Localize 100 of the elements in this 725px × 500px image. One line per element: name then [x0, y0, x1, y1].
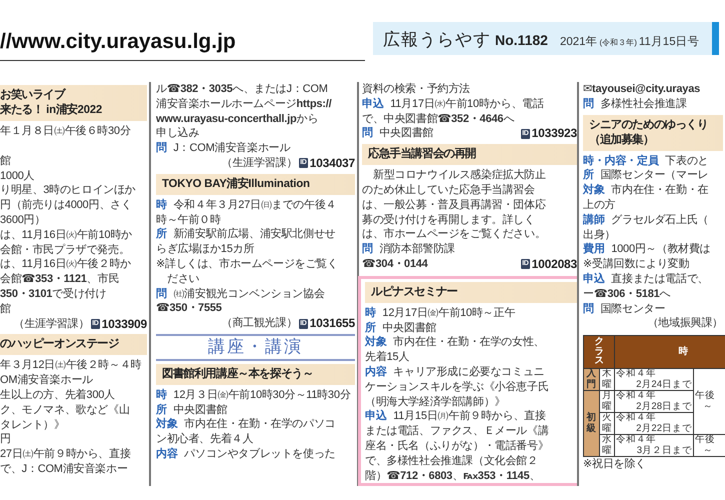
text-line: 12月３日㈮午前10時30分～11時30分	[173, 388, 351, 403]
text-line: 年１月８日㈯午後６時30分	[0, 124, 131, 139]
text-line: 年３月12日㈯午後２時～４時	[0, 358, 142, 374]
text-line: 中央図書館	[173, 402, 228, 418]
text-line: または電話、ファクス、Ｅメール《講	[365, 424, 549, 439]
field-label: 時	[156, 388, 167, 401]
text-line: 1000人	[0, 168, 34, 184]
table-cell-text: 2月24日まで	[635, 380, 692, 390]
field-label: 所	[156, 228, 167, 240]
text-line: 市内在住・在勤・在学の女性、	[393, 335, 544, 350]
text-line: は、11月16日㈫午前10時か	[0, 228, 132, 243]
issue-number: No.1182	[495, 32, 548, 48]
accent-bar	[712, 22, 719, 54]
text-line: ✉tayousei@city.urayas	[583, 82, 700, 97]
section-heading: お笑いライブ 来たる！ in浦安2022	[0, 85, 147, 121]
text-line: 市内在住・在勤・在	[611, 183, 708, 198]
text-line: 中央図書館	[379, 127, 434, 140]
text-line: タレント）》	[0, 418, 65, 432]
text-line: 時～午前０時	[156, 212, 221, 228]
department-note: （生涯学習課）	[13, 316, 90, 332]
table-cell: 月曜	[602, 391, 612, 412]
text-line: 多様性社会推進課	[600, 96, 687, 112]
text-line: キャリア形成に必要なコミュニ	[393, 364, 544, 380]
page-id: 1031655	[310, 316, 355, 331]
section-heading: 応急手当講習会の再開	[362, 144, 577, 166]
field-label: 申込	[365, 410, 387, 422]
table-header: 時	[678, 346, 688, 357]
text-line: 下表のと	[665, 154, 708, 168]
field-label: 対象	[365, 336, 387, 348]
text-line: 階）☎712・6803、℻353・1145、	[365, 468, 540, 484]
text-line: ☎304・0144	[362, 258, 428, 270]
text-line: ※受講回数により変動	[583, 257, 690, 272]
text-line: 新型コロナウイルス感染症拡大防止	[372, 168, 546, 183]
section-heading: のハッピーオンステージ	[0, 334, 147, 356]
text-line: ださい	[166, 272, 200, 287]
text-line: 中央図書館	[382, 320, 436, 336]
field-label: 内容	[156, 448, 178, 460]
department-note: （商工観光課）	[221, 316, 298, 331]
text-line: 11月17日㈬午前10時から、電話	[390, 96, 544, 112]
field-label: 問	[583, 302, 594, 315]
text-line: 館	[0, 154, 11, 169]
text-line: OM浦安音楽ホール	[0, 373, 93, 388]
text-line: らぎ広場ほか15カ所	[156, 242, 254, 257]
field-label: 申込	[583, 272, 605, 285]
text-line: は、市ホームページをご覧ください。	[362, 227, 546, 242]
text-line: 会館・市民プラザで発売。	[0, 242, 130, 258]
text-line: ー☎306・5181へ	[583, 286, 670, 302]
section-heading: TOKYO BAY浦安Illumination	[156, 174, 355, 195]
era-year: (令和３年)	[600, 36, 637, 48]
text-line: （明海大学経済学部講師）》	[365, 394, 506, 410]
table-cell-text: 2月22日まで	[635, 424, 692, 434]
page-id: 1033909	[102, 316, 147, 332]
department-note: （生涯学習課）	[221, 156, 298, 171]
text-line: り明星、3時のヒロインほか	[0, 183, 136, 198]
table-cell-text: ～	[702, 446, 714, 456]
text-line: は、一般公募・普及員再講習・団体応	[362, 198, 546, 213]
table-cell: 火曜	[602, 413, 612, 434]
field-label: 対象	[583, 184, 605, 196]
text-line: 国際センター	[600, 302, 666, 316]
text-line: 生以上の方、先着300人	[0, 388, 115, 403]
page-id: 1034037	[310, 156, 355, 171]
table-header: クラス	[594, 337, 604, 366]
field-label: 講師	[583, 214, 605, 226]
text-line: ケーションスキルを学ぶ《小谷恵子氏	[365, 380, 549, 395]
issue-date: 11月15日号	[638, 34, 700, 48]
text-line: 浦安音楽ホールホームページhttps://	[156, 96, 332, 112]
department-note: （地域振興課）	[647, 316, 723, 332]
text-line: 1000円～（教材費は	[611, 242, 710, 258]
text-line: は、11月16日㈫午後２時か	[0, 257, 131, 272]
table-cell-text: 3月２日まで	[636, 446, 692, 456]
text-line: 11月15日㈪午前９時から、直接	[393, 409, 546, 424]
text-line: 直接または電話で、	[611, 272, 708, 287]
table-cell-text: ～	[702, 402, 714, 412]
text-line: で、多様性社会推進課（文化会館２	[365, 454, 538, 469]
text-line: 国際センター（マーレ	[600, 168, 708, 184]
text-line: ㈳浦安観光コンベンション協会	[173, 286, 325, 302]
section-heading: シニアのためのゆっくり （追加募集）	[583, 114, 723, 151]
text-line: 上の方	[583, 198, 616, 213]
field-label: 時	[365, 306, 376, 319]
text-line: 27日㈯午前９時から、直接	[0, 447, 131, 462]
text-line: 新浦安駅前広場、浦安駅北側せせ	[173, 227, 336, 242]
text-line: 館	[0, 302, 11, 317]
text-line: 出身）	[583, 228, 616, 242]
field-label: 問	[156, 288, 167, 300]
field-label: 所	[365, 322, 376, 334]
text-line: グラセルダ石上氏（	[611, 212, 708, 228]
page-id: 1033923	[532, 126, 577, 142]
page-id: 1002083	[532, 256, 577, 272]
table-cell: 木曜	[602, 369, 612, 390]
text-line: 会館☎353・1121、市民	[0, 272, 120, 287]
field-label: 問	[362, 243, 373, 256]
field-label: 時	[156, 198, 167, 211]
field-label: 問	[583, 98, 594, 110]
text-line: 資料の検索・予約方法	[362, 82, 470, 97]
field-label: 対象	[156, 418, 178, 430]
issue-year: 2021年	[560, 34, 598, 48]
field-label: 費用	[583, 243, 605, 256]
text-line: 市内在住・在勤・在学のパソコ	[184, 417, 336, 432]
field-label: 申込	[362, 98, 384, 110]
table-cell-text: 2月28日まで	[635, 402, 692, 412]
